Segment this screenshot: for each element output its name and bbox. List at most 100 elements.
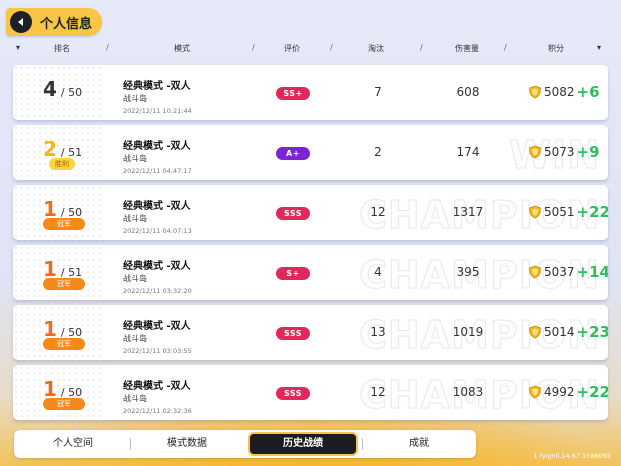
grade-badge: SS+ xyxy=(276,87,310,100)
score: 5073 +9 xyxy=(528,143,600,161)
mode-info: 经典模式 -双人 战斗岛 2022/12/11 04:47:17 xyxy=(123,137,192,175)
version-id: 1.fyignil.14.67.1586092 xyxy=(533,452,611,460)
mode-info: 经典模式 -双人 战斗岛 2022/12/11 10:21:44 xyxy=(123,77,192,115)
mode-title: 经典模式 -双人 xyxy=(123,261,191,272)
mode-title: 经典模式 -双人 xyxy=(123,81,191,92)
tab-divider xyxy=(362,438,363,450)
score: 5014 +23 xyxy=(528,323,608,341)
back-arrow-icon xyxy=(18,18,23,26)
match-time: 2022/12/11 03:32:20 xyxy=(123,287,192,295)
match-time: 2022/12/11 10:21:44 xyxy=(123,107,192,115)
rank-total: / 50 xyxy=(60,86,83,99)
sort-arrow-icon: ▾ xyxy=(16,43,21,52)
eliminations: 2 xyxy=(374,145,382,159)
mode-info: 经典模式 -双人 战斗岛 2022/12/11 04:07:13 xyxy=(123,197,192,235)
champion-badge: 冠军 xyxy=(43,398,85,410)
score-delta: +14 xyxy=(576,263,608,281)
shield-icon xyxy=(529,385,541,399)
mode-title: 经典模式 -双人 xyxy=(123,321,191,332)
tab-personal-space[interactable]: 个人空间 xyxy=(18,430,128,458)
col-rank[interactable]: 排名 xyxy=(54,43,70,54)
shield-icon xyxy=(529,145,541,159)
damage: 608 xyxy=(456,85,480,99)
score-delta: +22 xyxy=(576,203,608,221)
match-row[interactable]: CHAMPION 1 / 50 冠军 经典模式 -双人 战斗岛 2022/12/… xyxy=(13,305,608,360)
shield-icon xyxy=(529,205,541,219)
champion-badge: 冠军 xyxy=(43,338,85,350)
shield-icon xyxy=(529,325,541,339)
bottom-tab-bar: 个人空间 模式数据 历史战绩 成就 xyxy=(14,430,476,458)
sort-arrow-icon: ▾ xyxy=(597,43,602,52)
eliminations: 12 xyxy=(370,385,386,399)
col-divider: / xyxy=(330,43,333,52)
mode-map: 战斗岛 xyxy=(123,94,147,103)
match-row[interactable]: CHAMPION 1 / 50 冠军 经典模式 -双人 战斗岛 2022/12/… xyxy=(13,185,608,240)
mode-title: 经典模式 -双人 xyxy=(123,141,191,152)
match-time: 2022/12/11 02:32:36 xyxy=(123,407,192,415)
mode-info: 经典模式 -双人 战斗岛 2022/12/11 03:03:55 xyxy=(123,317,192,355)
match-row[interactable]: WIN 2 / 51 胜利 经典模式 -双人 战斗岛 2022/12/11 04… xyxy=(13,125,608,180)
col-divider: / xyxy=(420,43,423,52)
page-title: 个人信息 xyxy=(40,16,93,32)
match-time: 2022/12/11 04:47:17 xyxy=(123,167,192,175)
damage: 174 xyxy=(456,145,480,159)
col-divider: / xyxy=(106,43,109,52)
shield-icon xyxy=(529,265,541,279)
col-score[interactable]: 积分 xyxy=(548,43,564,54)
score-value: 4992 xyxy=(544,385,575,399)
mode-info: 经典模式 -双人 战斗岛 2022/12/11 02:32:36 xyxy=(123,377,192,415)
mode-title: 经典模式 -双人 xyxy=(123,381,191,392)
eliminations: 4 xyxy=(374,265,382,279)
match-time: 2022/12/11 03:03:55 xyxy=(123,347,192,355)
grade-badge: S+ xyxy=(276,267,310,280)
tab-achievements[interactable]: 成就 xyxy=(364,430,474,458)
score-value: 5082 xyxy=(544,85,575,99)
rank-number: 4 xyxy=(43,77,57,101)
score-value: 5051 xyxy=(544,205,575,219)
match-row[interactable]: CHAMPION 1 / 50 冠军 经典模式 -双人 战斗岛 2022/12/… xyxy=(13,365,608,420)
win-badge: 胜利 xyxy=(49,158,75,170)
score-delta: +22 xyxy=(576,383,608,401)
back-button[interactable] xyxy=(10,11,32,33)
grade-badge: SSS xyxy=(276,327,310,340)
mode-map: 战斗岛 xyxy=(123,274,147,283)
damage: 395 xyxy=(456,265,480,279)
score-value: 5073 xyxy=(544,145,575,159)
score-delta: +23 xyxy=(576,323,608,341)
col-elim[interactable]: 淘汰 xyxy=(368,43,384,54)
champion-badge: 冠军 xyxy=(43,278,85,290)
score-delta: +9 xyxy=(576,143,600,161)
eliminations: 7 xyxy=(374,85,382,99)
rank: 4 / 50 xyxy=(43,77,93,101)
score: 4992 +22 xyxy=(528,383,608,401)
score: 5051 +22 xyxy=(528,203,608,221)
grade-badge: A+ xyxy=(276,147,310,160)
mode-map: 战斗岛 xyxy=(123,394,147,403)
damage: 1019 xyxy=(452,325,484,339)
match-row[interactable]: CHAMPION 1 / 51 冠军 经典模式 -双人 战斗岛 2022/12/… xyxy=(13,245,608,300)
mode-map: 战斗岛 xyxy=(123,334,147,343)
column-header: ▾ 排名 / 模式 / 评价 / 淘汰 / 伤害量 / 积分 ▾ xyxy=(12,38,609,58)
score-delta: +6 xyxy=(576,83,600,101)
col-divider: / xyxy=(504,43,507,52)
mode-map: 战斗岛 xyxy=(123,214,147,223)
match-row[interactable]: 4 / 50 经典模式 -双人 战斗岛 2022/12/11 10:21:44 … xyxy=(13,65,608,120)
match-time: 2022/12/11 04:07:13 xyxy=(123,227,192,235)
champion-badge: 冠军 xyxy=(43,218,85,230)
tab-mode-data[interactable]: 模式数据 xyxy=(132,430,242,458)
score-value: 5014 xyxy=(544,325,575,339)
col-damage[interactable]: 伤害量 xyxy=(455,43,479,54)
col-grade[interactable]: 评价 xyxy=(284,43,300,54)
eliminations: 12 xyxy=(370,205,386,219)
col-mode[interactable]: 模式 xyxy=(174,43,190,54)
mode-map: 战斗岛 xyxy=(123,154,147,163)
score-value: 5037 xyxy=(544,265,575,279)
col-divider: / xyxy=(252,43,255,52)
damage: 1083 xyxy=(452,385,484,399)
grade-badge: SSS xyxy=(276,207,310,220)
tab-divider xyxy=(130,438,131,450)
tab-history[interactable]: 历史战绩 xyxy=(248,432,358,456)
eliminations: 13 xyxy=(370,325,386,339)
grade-badge: SSS xyxy=(276,387,310,400)
score: 5082 +6 xyxy=(528,83,600,101)
